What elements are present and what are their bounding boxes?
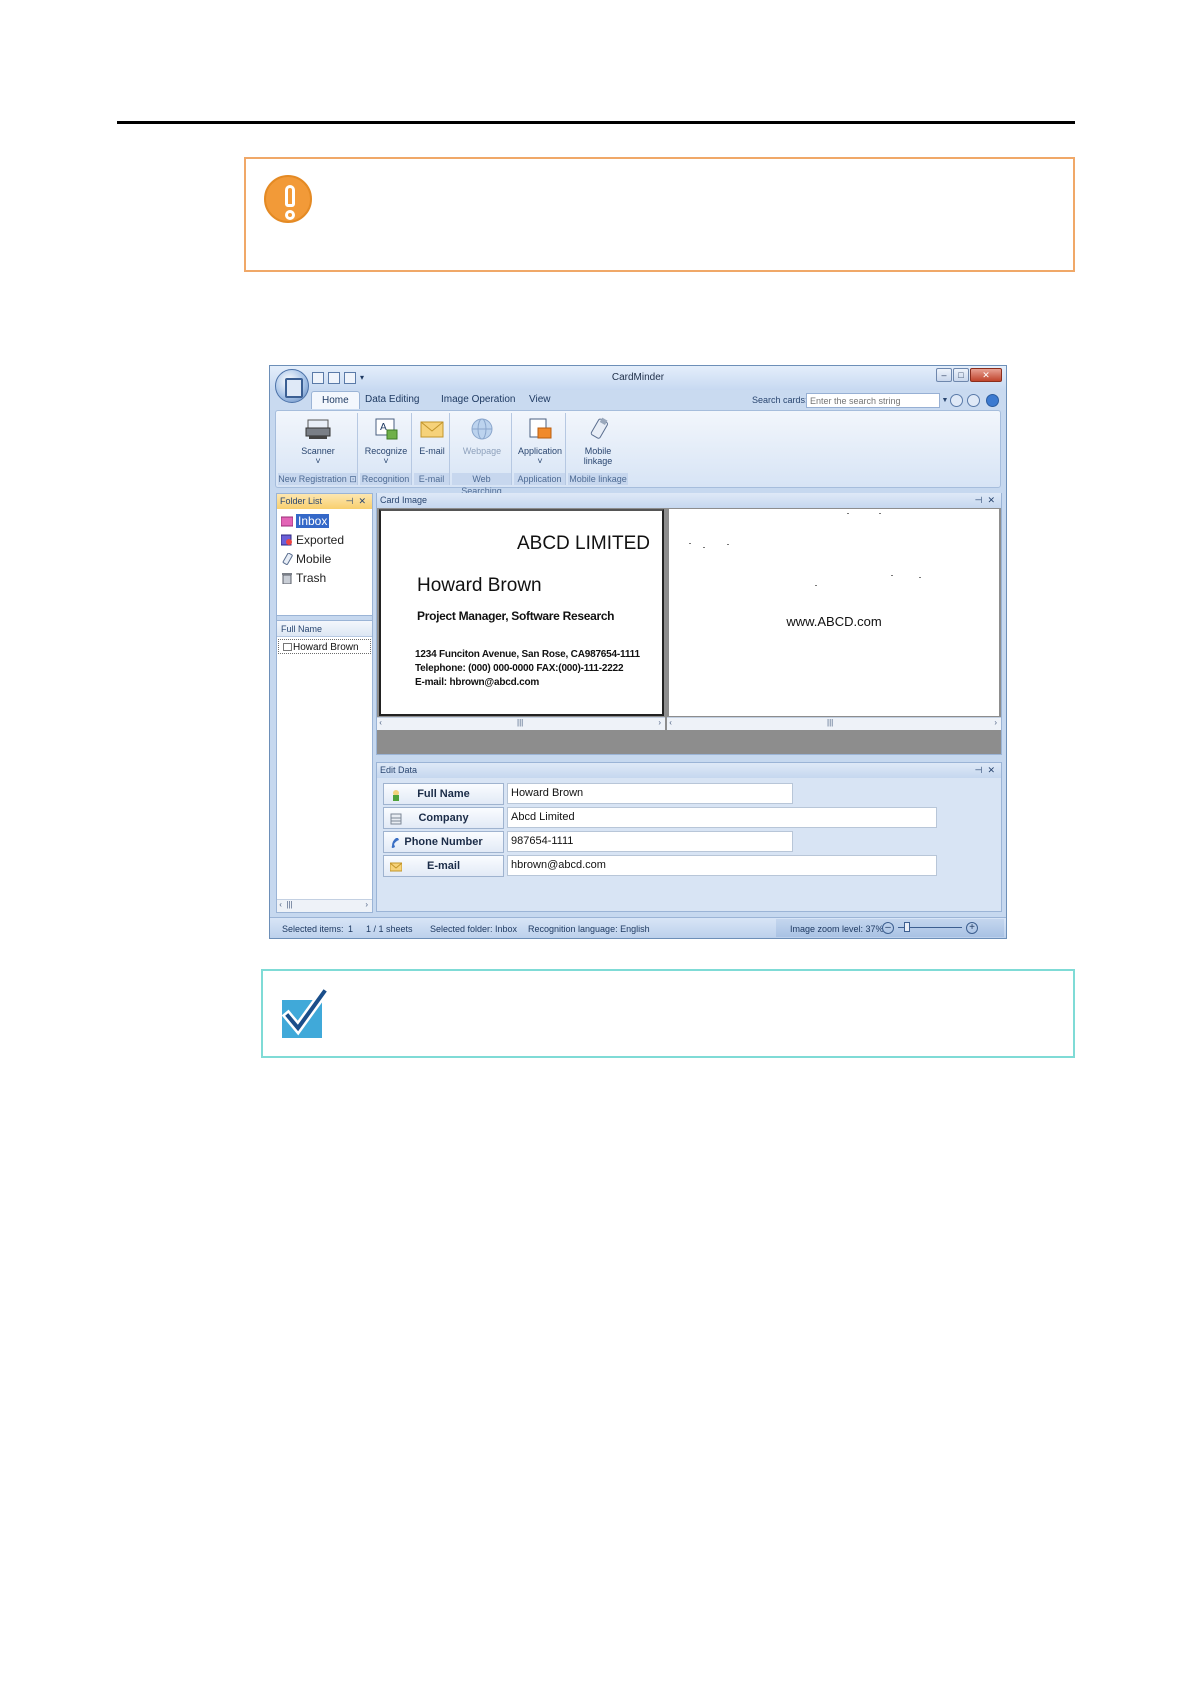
application-button[interactable]: Application ˅ [514, 416, 566, 466]
building-icon [390, 812, 402, 825]
zoom-in-icon[interactable]: + [966, 922, 978, 934]
envelope-icon [389, 860, 403, 872]
search-forward-icon[interactable] [967, 394, 980, 407]
card-icon [283, 643, 292, 651]
maximize-button[interactable]: □ [953, 368, 969, 382]
tab-view[interactable]: View [529, 394, 551, 405]
phone-number-field[interactable]: 987654-1111 [507, 831, 793, 852]
hint-box [261, 969, 1075, 1058]
company-field[interactable]: Abcd Limited [507, 807, 937, 828]
folder-item-exported[interactable]: Exported [277, 530, 372, 549]
zoom-level: Image zoom level: 37% [790, 924, 884, 934]
close-button[interactable]: ✕ [970, 368, 1002, 382]
full-name-field[interactable]: Howard Brown [507, 783, 793, 804]
card-back-image: www.ABCD.com [669, 509, 999, 716]
checkmark-icon [281, 988, 328, 1038]
usb-drive-icon [585, 416, 611, 442]
card-contact: 1234 Funciton Avenue, San Rose, CA987654… [415, 649, 640, 688]
tab-image-operation[interactable]: Image Operation [441, 394, 516, 405]
application-icon [527, 416, 553, 442]
inbox-icon [280, 515, 294, 527]
selected-items-count: 1 [348, 924, 354, 934]
selected-folder: Selected folder: Inbox [430, 924, 518, 934]
ribbon-tabs: Home Data Editing Image Operation View S… [270, 390, 1006, 410]
recognize-icon: A [373, 416, 399, 442]
svg-text:A: A [380, 422, 387, 433]
folder-item-inbox[interactable]: Inbox [277, 511, 372, 530]
field-full-name: Full Name Howard Brown [383, 783, 843, 805]
card-front-image: ABCD LIMITED Howard Brown Project Manage… [379, 509, 664, 716]
status-bar: Selected items: 1 1 / 1 sheets Selected … [270, 917, 1006, 938]
folder-item-trash[interactable]: Trash [277, 568, 372, 587]
title-bar: ▾ CardMinder – □ ✕ [270, 366, 1006, 390]
chevron-down-icon[interactable]: ▼ [940, 393, 950, 408]
help-icon[interactable] [986, 394, 999, 407]
exclamation-icon [264, 175, 312, 223]
group-label-new-registration: New Registration ⊡ [278, 473, 357, 485]
minimize-button[interactable]: – [936, 368, 952, 382]
card-website: www.ABCD.com [786, 614, 882, 629]
webpage-button[interactable]: Webpage [452, 416, 512, 456]
sheet-count: 1 / 1 sheets [366, 924, 413, 934]
email-button[interactable]: E-mail [414, 416, 450, 456]
group-application: Application ˅ Application [514, 413, 566, 485]
tab-home[interactable]: Home [311, 391, 360, 409]
selected-items-label: Selected items: [282, 924, 344, 934]
zoom-out-icon[interactable]: – [882, 922, 894, 934]
back-image-scrollbar[interactable]: ‹ ||| › [667, 717, 1001, 730]
phone-number-label[interactable]: Phone Number [383, 831, 504, 853]
group-email: E-mail E-mail [414, 413, 450, 485]
email-field[interactable]: hbrown@abcd.com [507, 855, 937, 876]
scanner-button[interactable]: Scanner ˅ [278, 416, 358, 466]
globe-icon [469, 416, 495, 442]
caution-box [244, 157, 1075, 272]
window-title: CardMinder [611, 372, 665, 383]
mobile-icon [281, 552, 293, 565]
cardminder-window: ▾ CardMinder – □ ✕ Home Data Editing Ima… [269, 365, 1007, 939]
group-web-searching: Webpage Web Searching [452, 413, 512, 496]
group-new-registration: Scanner ˅ New Registration ⊡ [278, 413, 358, 485]
ribbon: Scanner ˅ New Registration ⊡ A Recognize ˅… [275, 410, 1001, 496]
card-company: ABCD LIMITED [516, 533, 650, 554]
envelope-icon [419, 416, 445, 442]
folder-pane: Folder List ⊣ ✕ Inbox Exported Mobile Tra… [276, 493, 373, 913]
mobile-linkage-button[interactable]: Mobile linkage [568, 416, 628, 466]
field-email: E-mail hbrown@abcd.com [383, 855, 993, 877]
folder-item-mobile[interactable]: Mobile [277, 549, 372, 568]
edit-data-pane: Edit Data ⊣ ✕ Full Name Howard Brown Comp… [376, 762, 1002, 912]
tab-data-editing[interactable]: Data Editing [365, 394, 419, 405]
folder-list-header: Folder List ⊣ ✕ [277, 494, 372, 509]
application-menu-button[interactable] [275, 369, 309, 403]
zoom-slider-thumb[interactable] [904, 922, 910, 932]
scanner-icon [305, 416, 331, 442]
card-image-pane: Card Image ⊣ ✕ ABCD LIMITED Howard Brown … [376, 493, 1002, 755]
name-list-header[interactable]: Full Name [277, 621, 372, 637]
card-job-title: Project Manager, Software Research [417, 609, 615, 623]
full-name-label[interactable]: Full Name [383, 783, 504, 805]
field-phone-number: Phone Number 987654-1111 [383, 831, 843, 853]
search-back-icon[interactable] [950, 394, 963, 407]
card-name: Howard Brown [417, 575, 542, 596]
group-recognition: A Recognize ˅ Recognition [360, 413, 412, 485]
group-mobile-linkage: Mobile linkage Mobile linkage [568, 413, 628, 485]
front-image-scrollbar[interactable]: ‹ ||| › [377, 717, 665, 730]
exported-icon [280, 534, 293, 546]
edit-data-header: Edit Data ⊣ ✕ [377, 763, 1001, 778]
search-input[interactable] [806, 393, 940, 408]
list-item[interactable]: Howard Brown [278, 639, 371, 654]
phone-icon [390, 836, 402, 848]
recognition-language: Recognition language: English [528, 924, 650, 934]
email-label[interactable]: E-mail [383, 855, 504, 877]
card-image-header: Card Image ⊣ ✕ [377, 493, 1001, 508]
field-company: Company Abcd Limited [383, 807, 993, 829]
person-icon [390, 788, 402, 801]
recognize-button[interactable]: A Recognize ˅ [360, 416, 412, 466]
header-rule [117, 121, 1075, 124]
trash-icon [281, 572, 293, 584]
folder-pane-scrollbar[interactable]: ‹ ||| › [277, 899, 372, 912]
search-label: Search cards: [752, 395, 808, 405]
company-label[interactable]: Company [383, 807, 504, 829]
